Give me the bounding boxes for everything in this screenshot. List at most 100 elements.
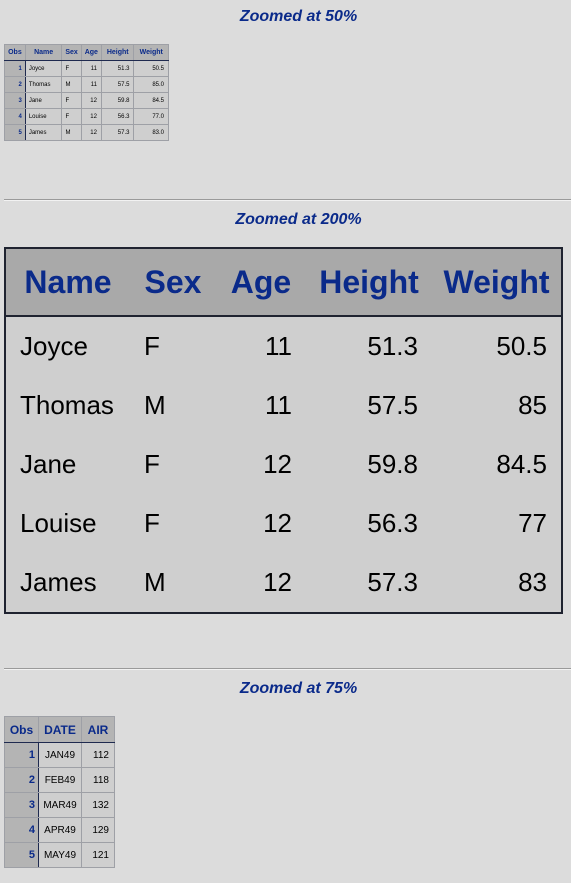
sex-cell: M (144, 390, 166, 420)
sex-cell: M (61, 124, 82, 141)
table-row: Louise F 12 56.3 77 (5, 494, 562, 553)
section-divider (4, 668, 571, 670)
section-title-75: Zoomed at 75% (239, 680, 358, 697)
height-cell: 51.3 (100, 60, 135, 77)
name-cell: Joyce (24, 60, 63, 77)
column-header-weight: Weight (133, 44, 169, 61)
table-row: 2 FEB49 118 (4, 767, 115, 793)
section-title-50: Zoomed at 50% (239, 8, 358, 25)
name-cell: Jane (24, 92, 63, 109)
column-header-sex: Sex (130, 248, 216, 317)
name-cell: Thomas (24, 76, 63, 93)
column-header-obs: Obs (4, 44, 26, 61)
table-row: Joyce F 11 51.3 50.5 (5, 316, 562, 376)
height-cell: 59.8 (100, 92, 135, 109)
name-cell: Jane (20, 449, 77, 479)
obs-cell: 1 (4, 60, 26, 77)
age-cell: 11 (265, 331, 292, 361)
air-cell: 132 (81, 792, 115, 818)
sex-cell: F (61, 60, 82, 77)
obs-cell: 2 (4, 767, 39, 793)
age-cell: 12 (263, 449, 292, 479)
column-header-name: Name (24, 44, 63, 61)
table-header-row: Name Sex Age Height Weight (5, 248, 562, 317)
weight-cell: 50.5 (133, 60, 169, 77)
air-cell: 118 (81, 767, 115, 793)
table-row: Jane F 12 59.8 84.5 (5, 435, 562, 494)
age-cell: 12 (263, 508, 292, 538)
date-cell: JAN49 (38, 742, 82, 768)
date-cell: MAY49 (38, 842, 82, 868)
data-table-75: Obs DATE AIR 1 JAN49 112 2 FEB49 118 3 M… (4, 716, 115, 868)
air-cell: 112 (81, 742, 115, 768)
age-cell: 12 (80, 108, 102, 125)
weight-cell: 83 (518, 567, 547, 597)
table-header-row: Obs DATE AIR (4, 716, 115, 743)
date-cell: MAR49 (38, 792, 82, 818)
table-row: 5 MAY49 121 (4, 842, 115, 868)
table-row: Thomas M 11 57.5 85 (5, 376, 562, 435)
weight-cell: 84.5 (133, 92, 169, 109)
table-row: James M 12 57.3 83 (5, 553, 562, 613)
column-header-height: Height (306, 248, 432, 317)
obs-cell: 4 (4, 108, 26, 125)
obs-cell: 1 (4, 742, 39, 768)
table-header-row: Obs Name Sex Age Height Weight (4, 44, 169, 61)
table-row: 4 APR49 129 (4, 817, 115, 843)
height-cell: 57.3 (100, 124, 135, 141)
weight-cell: 83.0 (133, 124, 169, 141)
date-cell: FEB49 (38, 767, 82, 793)
height-cell: 57.3 (367, 567, 418, 597)
weight-cell: 84.5 (496, 449, 547, 479)
weight-cell: 85 (518, 390, 547, 420)
obs-cell: 5 (4, 124, 26, 141)
section-divider (4, 199, 571, 201)
weight-cell: 50.5 (496, 331, 547, 361)
data-table-200: Name Sex Age Height Weight Joyce F 11 51… (4, 247, 563, 614)
weight-cell: 85.0 (133, 76, 169, 93)
obs-cell: 3 (4, 792, 39, 818)
height-cell: 59.8 (367, 449, 418, 479)
sex-cell: F (144, 449, 160, 479)
column-header-age: Age (216, 248, 306, 317)
height-cell: 56.3 (100, 108, 135, 125)
column-header-age: Age (80, 44, 102, 61)
age-cell: 12 (80, 92, 102, 109)
sex-cell: F (61, 92, 82, 109)
table-row: 1 JAN49 112 (4, 742, 115, 768)
name-cell: Joyce (20, 331, 88, 361)
column-header-obs: Obs (4, 716, 39, 743)
air-cell: 129 (81, 817, 115, 843)
air-cell: 121 (81, 842, 115, 868)
age-cell: 11 (80, 76, 102, 93)
table-row: 5 James M 12 57.3 83.0 (4, 124, 169, 141)
sex-cell: F (144, 508, 160, 538)
obs-cell: 5 (4, 842, 39, 868)
column-header-sex: Sex (61, 44, 82, 61)
weight-cell: 77.0 (133, 108, 169, 125)
table-row: 3 MAR49 132 (4, 792, 115, 818)
obs-cell: 2 (4, 76, 26, 93)
height-cell: 51.3 (367, 331, 418, 361)
height-cell: 57.5 (100, 76, 135, 93)
height-cell: 57.5 (367, 390, 418, 420)
column-header-air: AIR (81, 716, 115, 743)
table-row: 2 Thomas M 11 57.5 85.0 (4, 76, 169, 93)
name-cell: Louise (24, 108, 63, 125)
obs-cell: 3 (4, 92, 26, 109)
age-cell: 12 (263, 567, 292, 597)
height-cell: 56.3 (367, 508, 418, 538)
column-header-height: Height (100, 44, 135, 61)
column-header-weight: Weight (432, 248, 562, 317)
sex-cell: F (61, 108, 82, 125)
table-row: 4 Louise F 12 56.3 77.0 (4, 108, 169, 125)
table-row: 1 Joyce F 11 51.3 50.5 (4, 60, 169, 77)
name-cell: James (20, 567, 97, 597)
column-header-name: Name (5, 248, 130, 317)
sex-cell: M (144, 567, 166, 597)
column-header-date: DATE (38, 716, 82, 743)
table-row: 3 Jane F 12 59.8 84.5 (4, 92, 169, 109)
name-cell: Thomas (20, 390, 114, 420)
age-cell: 11 (80, 60, 102, 77)
weight-cell: 77 (518, 508, 547, 538)
